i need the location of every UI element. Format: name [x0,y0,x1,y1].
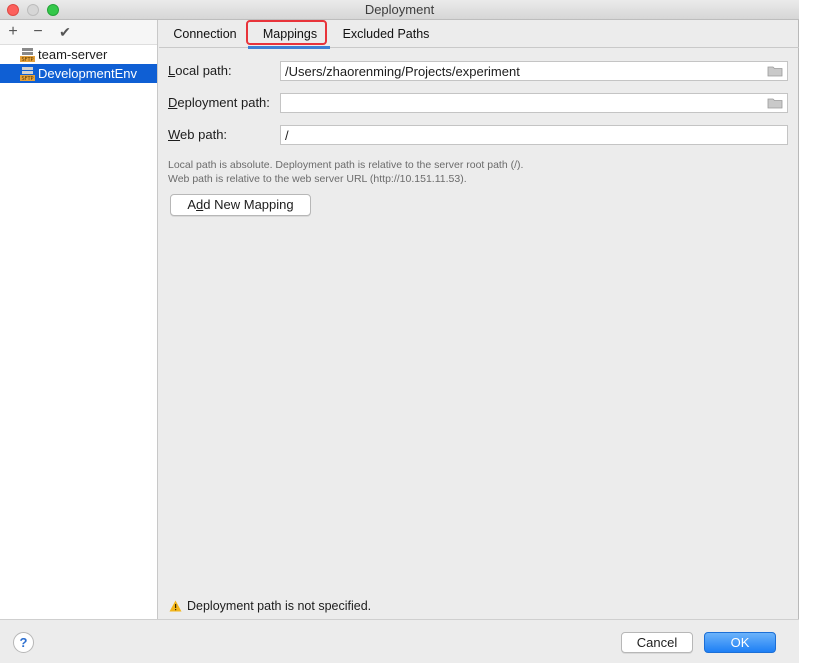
server-list-pane: + − ✔ SFTP team-server SFTP DevelopmentE… [0,20,158,619]
deployment-path-label: Deployment path: [168,95,270,110]
server-item-developmentenv[interactable]: SFTP DevelopmentEnv [0,64,157,83]
path-hint-line-1: Local path is absolute. Deployment path … [168,159,524,171]
cancel-button[interactable]: Cancel [621,632,693,653]
window-title: Deployment [364,2,435,17]
server-item-label: DevelopmentEnv [38,66,137,81]
server-item-team-server[interactable]: SFTP team-server [0,45,157,64]
browse-folder-icon[interactable] [767,97,783,109]
title-bar: Deployment [0,0,799,20]
path-hint-line-2: Web path is relative to the web server U… [168,173,467,185]
apply-check-button[interactable]: ✔ [55,20,75,44]
warning-text: Deployment path is not specified. [187,599,372,613]
tab-excluded-paths[interactable]: Excluded Paths [342,20,430,48]
settings-tabs: Connection Mappings Excluded Paths [159,20,799,49]
warning-icon [169,600,182,612]
ok-button[interactable]: OK [704,632,776,653]
add-server-button[interactable]: + [3,20,23,44]
server-settings-pane: Connection Mappings Excluded Paths Local… [159,20,799,619]
mappings-tab-highlight-box [246,20,327,45]
help-button[interactable]: ? [13,632,34,653]
active-tab-indicator [248,46,330,49]
add-new-mapping-button[interactable]: Add New Mapping [170,194,311,216]
sftp-server-icon: SFTP [20,67,35,81]
dialog-footer: ? Cancel OK [0,619,799,663]
server-item-label: team-server [38,47,108,62]
local-path-label: Local path: [168,63,232,78]
web-path-label: Web path: [168,127,228,142]
server-list-toolbar: + − ✔ [0,20,157,45]
deployment-window: Deployment + − ✔ SFTP team-server SFTP D… [0,0,799,663]
local-path-field[interactable] [280,61,788,81]
browse-folder-icon[interactable] [767,65,783,77]
tab-connection[interactable]: Connection [172,20,238,48]
svg-text:SFTP: SFTP [21,76,33,81]
deployment-path-field[interactable] [280,93,788,113]
sftp-server-icon: SFTP [20,48,35,62]
web-path-field[interactable] [280,125,788,145]
remove-server-button[interactable]: − [28,20,48,44]
svg-text:SFTP: SFTP [21,57,33,62]
